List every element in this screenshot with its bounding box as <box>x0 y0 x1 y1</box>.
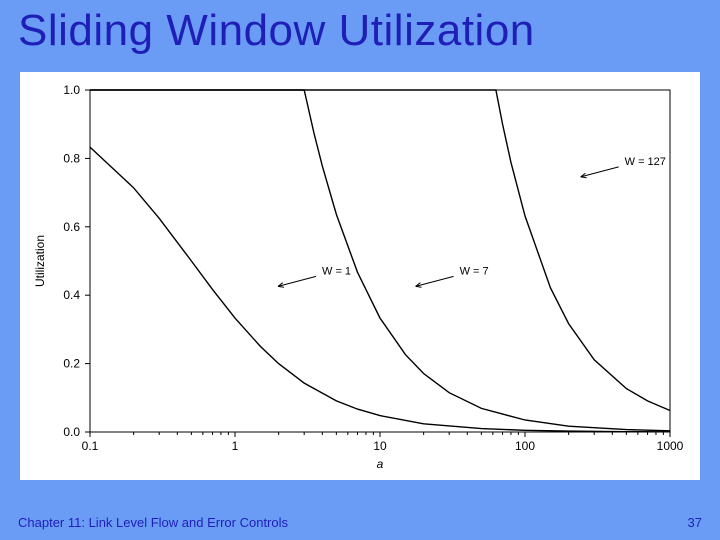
slide: Sliding Window Utilization 0.00.20.40.60… <box>0 0 720 540</box>
utilization-chart: 0.0 0.2 0.4 0.6 0.8 1.0 0.1 1 10 100 1000 a Utilizat… <box>20 72 700 480</box>
x-tick-label: 0.1 <box>82 439 99 453</box>
annotation-arrow <box>416 276 454 286</box>
series-annotation: W = 127 <box>625 156 666 168</box>
curve-w=127 <box>90 90 670 411</box>
curve-w=7 <box>90 90 670 431</box>
page-title: Sliding Window Utilization <box>18 6 535 56</box>
series-annotation: W = 1 <box>322 265 351 277</box>
x-tick-label: 100 <box>515 439 535 453</box>
plot-frame <box>90 90 670 432</box>
y-tick-label: 0.2 <box>63 357 80 371</box>
series-annotation: W = 7 <box>460 265 489 277</box>
curve-w=1 <box>90 147 670 432</box>
y-tick-label: 0.4 <box>63 288 80 302</box>
y-axis-label: Utilization <box>33 235 47 287</box>
y-tick-label: 0.0 <box>63 425 80 439</box>
x-axis-label: a <box>377 457 384 471</box>
y-tick-label: 1.0 <box>63 83 80 97</box>
y-tick-label: 0.6 <box>63 220 80 234</box>
x-tick-label: 1 <box>232 439 239 453</box>
footer-chapter: Chapter 11: Link Level Flow and Error Co… <box>18 515 288 530</box>
x-tick-label: 1000 <box>657 439 684 453</box>
chart-container: 0.0 0.2 0.4 0.6 0.8 1.0 0.1 1 10 100 1000 a Utilizat… <box>20 72 700 480</box>
annotation-arrow <box>581 167 619 177</box>
annotation-arrow <box>278 276 316 286</box>
y-tick-label: 0.8 <box>63 151 80 165</box>
page-number: 37 <box>688 515 702 530</box>
x-tick-label: 10 <box>373 439 387 453</box>
